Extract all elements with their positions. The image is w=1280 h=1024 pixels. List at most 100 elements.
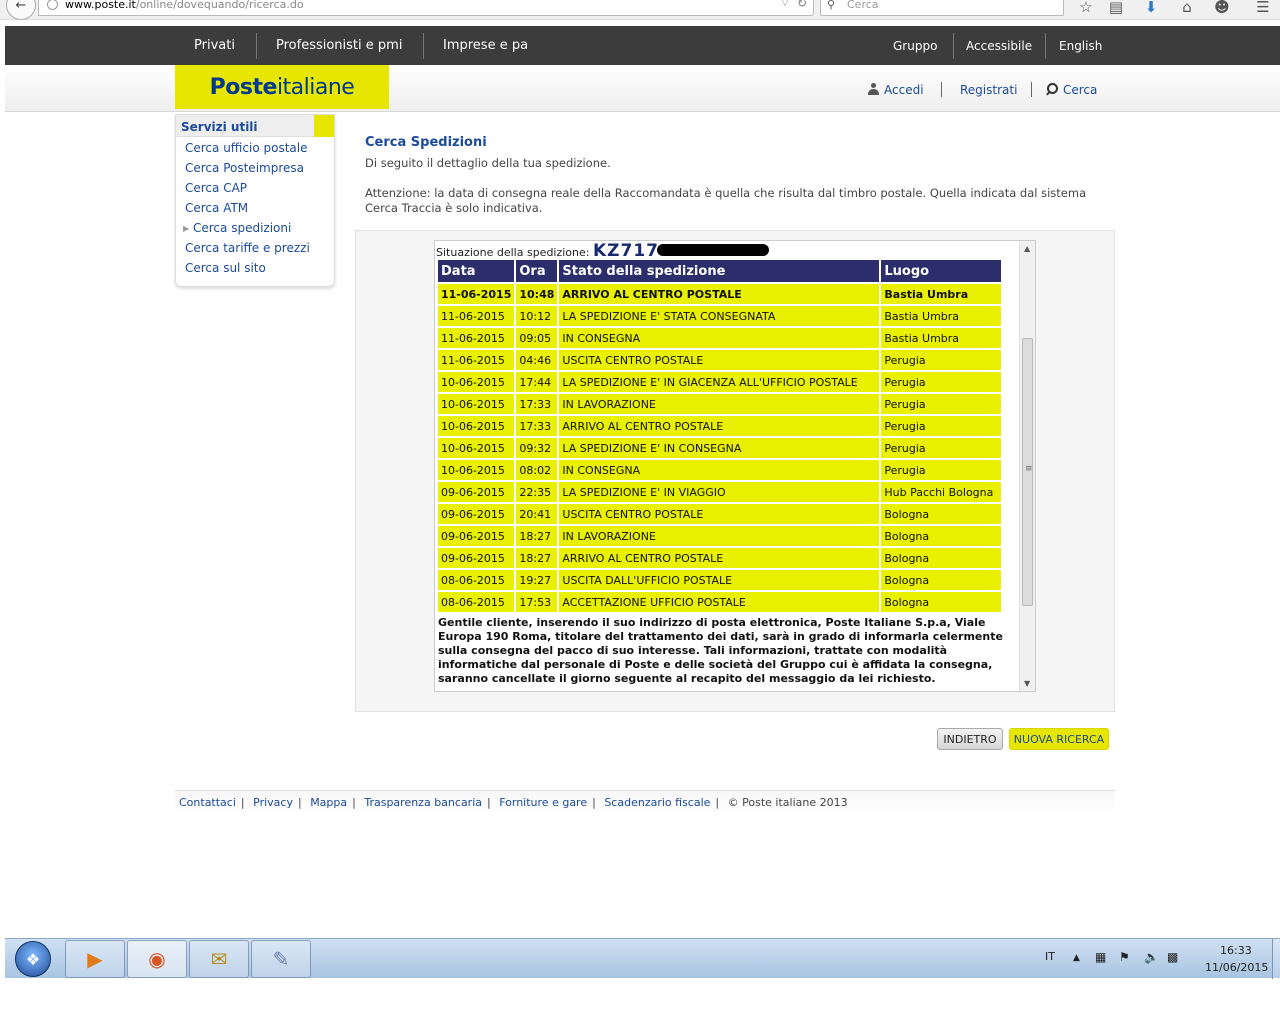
- cell-data: 11-06-2015: [438, 350, 515, 370]
- table-row: 11-06-2015 10:12 LA SPEDIZIONE E' STATA CO…: [438, 306, 1002, 326]
- footer-copyright: © Poste italiane 2013: [727, 796, 848, 809]
- cell-data: 10-06-2015: [438, 438, 515, 458]
- cell-data: 08-06-2015: [438, 592, 515, 612]
- nav-divider: [256, 33, 257, 59]
- table-row: 10-06-2015 17:44 LA SPEDIZIONE E' IN GIACE…: [438, 372, 1002, 392]
- browser-search-input[interactable]: ⚲ Cerca: [820, 0, 1064, 16]
- search-icon: [1045, 83, 1058, 96]
- volume-icon[interactable]: 🔈: [1144, 950, 1159, 964]
- footer-link-mappa[interactable]: Mappa: [310, 796, 347, 809]
- cell-ora: 18:27: [516, 526, 558, 546]
- nav-divider: [423, 33, 424, 59]
- cell-luogo: Perugia: [881, 372, 1002, 392]
- nav-imprese[interactable]: Imprese e pa: [443, 38, 528, 53]
- table-row: 08-06-2015 19:27 USCITA DALL'UFFICIO POSTA…: [438, 570, 1002, 590]
- site-header: Poste italiane Accedi Registrati Cerca: [5, 65, 1280, 112]
- browser-toolbar: ← www.poste.it/online/dovequando/ricerca…: [0, 0, 1280, 20]
- redaction-mark: [657, 244, 769, 256]
- sidebar-item-posteimpresa[interactable]: Cerca Posteimpresa: [185, 161, 304, 175]
- flag-icon[interactable]: ⚑: [1119, 950, 1130, 964]
- footer-link-scadenzario[interactable]: Scadenzario fiscale: [604, 796, 710, 809]
- nav-privati[interactable]: Privati: [194, 38, 235, 53]
- caret-right-icon: ▶: [183, 224, 190, 233]
- nav-english[interactable]: English: [1059, 39, 1102, 53]
- registrati-link[interactable]: Registrati: [960, 83, 1017, 97]
- footer-link-trasparenza[interactable]: Trasparenza bancaria: [364, 796, 482, 809]
- clock-time[interactable]: 16:33: [1220, 944, 1252, 957]
- download-icon[interactable]: ⬇: [1140, 0, 1162, 16]
- col-data: Data: [438, 260, 515, 282]
- sidebar-item-atm[interactable]: Cerca ATM: [185, 201, 248, 215]
- tracking-frame[interactable]: Situazione della spedizione: KZ717 Data …: [434, 240, 1036, 692]
- cell-data: 09-06-2015: [438, 526, 515, 546]
- cell-data: 09-06-2015: [438, 482, 515, 502]
- bookmark-star-icon[interactable]: ☆: [1075, 0, 1097, 16]
- page-title: Cerca Spedizioni: [365, 135, 487, 150]
- nav-professionisti[interactable]: Professionisti e pmi: [276, 38, 402, 53]
- cell-ora: 17:33: [516, 416, 558, 436]
- new-search-button[interactable]: NUOVA RICERCA: [1009, 728, 1109, 750]
- sidebar-item-sito[interactable]: Cerca sul sito: [185, 261, 266, 275]
- browser-back-button[interactable]: ←: [6, 0, 36, 20]
- accedi-link[interactable]: Accedi: [868, 83, 924, 97]
- reading-list-icon[interactable]: ▤: [1105, 0, 1127, 16]
- vertical-scrollbar[interactable]: ▲ ≡ ▼: [1019, 241, 1035, 691]
- sidebar-item-cap[interactable]: Cerca CAP: [185, 181, 247, 195]
- cell-data: 11-06-2015: [438, 328, 515, 348]
- cell-ora: 09:32: [516, 438, 558, 458]
- taskbar-paint[interactable]: ✎: [251, 940, 311, 978]
- cell-ora: 10:48: [516, 284, 558, 304]
- taskbar-firefox[interactable]: ◉: [127, 940, 187, 978]
- show-desktop-button[interactable]: [1272, 939, 1280, 979]
- clock-date[interactable]: 11/06/2015: [1205, 961, 1268, 974]
- tray-expand-icon[interactable]: ▲: [1073, 953, 1080, 963]
- sidebar: Servizi utili Cerca ufficio postale Cerc…: [175, 114, 335, 287]
- cell-luogo: Bologna: [881, 570, 1002, 590]
- sidebar-accent: [314, 115, 334, 137]
- footer-link-privacy[interactable]: Privacy: [253, 796, 293, 809]
- address-bar[interactable]: www.poste.it/online/dovequando/ricerca.d…: [38, 0, 814, 16]
- sidebar-item-ufficio[interactable]: Cerca ufficio postale: [185, 141, 307, 155]
- windows-logo-icon: ❖: [25, 949, 41, 969]
- footer-link-contattaci[interactable]: Contattaci: [179, 796, 236, 809]
- sidebar-item-spedizioni[interactable]: Cerca spedizioni: [193, 221, 291, 235]
- table-row: 11-06-2015 10:48 ARRIVO AL CENTRO POSTALE B…: [438, 284, 1002, 304]
- sidebar-item-tariffe[interactable]: Cerca tariffe e prezzi: [185, 241, 310, 255]
- cell-luogo: Perugia: [881, 416, 1002, 436]
- cell-ora: 18:27: [516, 548, 558, 568]
- home-icon[interactable]: ⌂: [1176, 0, 1198, 16]
- cerca-link[interactable]: Cerca: [1045, 83, 1097, 97]
- footer-link-forniture[interactable]: Forniture e gare: [499, 796, 587, 809]
- nav-gruppo[interactable]: Gruppo: [893, 39, 937, 53]
- nav-accessibile[interactable]: Accessibile: [966, 39, 1032, 53]
- privacy-note: Gentile cliente, inserendo il suo indiri…: [438, 616, 1003, 685]
- smiley-icon[interactable]: ☻: [1211, 0, 1233, 16]
- cell-luogo: Hub Pacchi Bologna: [881, 482, 1002, 502]
- top-navigation: Privati Professionisti e pmi Imprese e p…: [5, 26, 1280, 65]
- cell-luogo: Bologna: [881, 548, 1002, 568]
- menu-icon[interactable]: ☰: [1252, 0, 1274, 16]
- poste-italiane-logo[interactable]: Poste italiane: [175, 65, 389, 109]
- scroll-thumb[interactable]: ≡: [1022, 338, 1033, 606]
- back-button[interactable]: INDIETRO: [937, 728, 1003, 750]
- start-button[interactable]: ❖: [15, 941, 51, 977]
- windows-taskbar: ❖ ▶ ◉ ✉ ✎ IT ▲ ▦ ⚑ 🔈 ▩ 16:33 11/06/2015: [5, 938, 1280, 979]
- display-icon[interactable]: ▩: [1167, 950, 1178, 964]
- dropdown-icon[interactable]: ▽: [781, 0, 789, 8]
- reload-icon[interactable]: ↻: [797, 0, 807, 10]
- cell-luogo: Bologna: [881, 504, 1002, 524]
- cell-ora: 17:33: [516, 394, 558, 414]
- scroll-down-icon[interactable]: ▼: [1024, 679, 1030, 688]
- url-text: www.poste.it/online/dovequando/ricerca.d…: [65, 0, 304, 11]
- scroll-up-icon[interactable]: ▲: [1024, 244, 1030, 253]
- cell-stato: LA SPEDIZIONE E' IN GIACENZA ALL'UFFICIO…: [559, 372, 880, 392]
- taskbar-media-player[interactable]: ▶: [65, 940, 125, 978]
- cell-data: 10-06-2015: [438, 460, 515, 480]
- taskbar-outlook[interactable]: ✉: [189, 940, 249, 978]
- cell-ora: 19:27: [516, 570, 558, 590]
- cell-stato: USCITA CENTRO POSTALE: [559, 350, 880, 370]
- language-indicator[interactable]: IT: [1045, 950, 1055, 963]
- col-luogo: Luogo: [881, 260, 1002, 282]
- network-icon[interactable]: ▦: [1095, 950, 1106, 964]
- cell-data: 11-06-2015: [438, 284, 515, 304]
